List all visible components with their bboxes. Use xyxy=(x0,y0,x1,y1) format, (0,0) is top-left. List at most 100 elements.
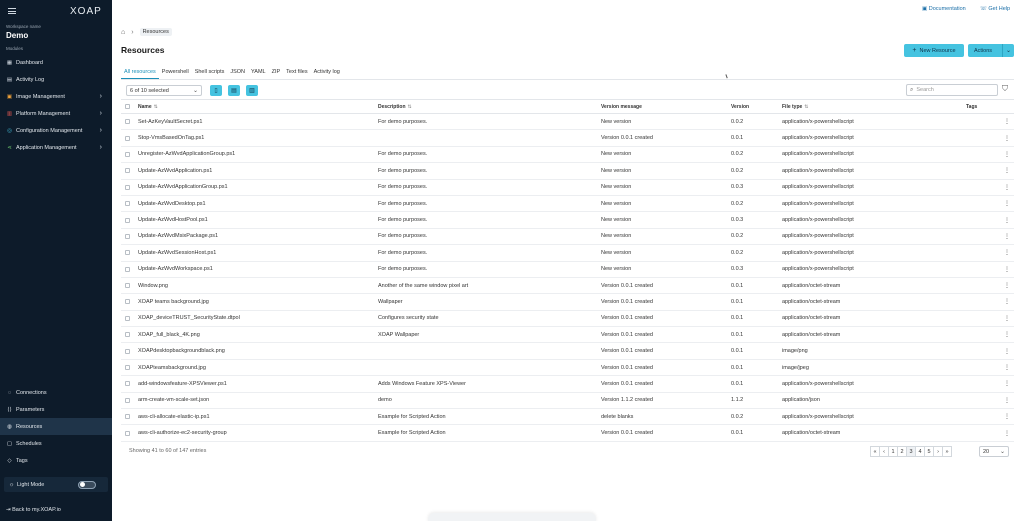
selection-dropdown[interactable]: 6 of 10 selected ⌄ xyxy=(126,85,202,96)
sidebar-item-image-management[interactable]: ▣ Image Management › xyxy=(0,88,112,105)
search-input[interactable]: Search xyxy=(916,87,933,93)
row-checkbox[interactable] xyxy=(125,283,130,289)
sidebar-item-activity-log[interactable]: ▤ Activity Log xyxy=(0,71,112,88)
more-options-icon[interactable]: ⋮ xyxy=(1004,425,1010,440)
row-checkbox[interactable] xyxy=(125,233,130,239)
more-options-icon[interactable]: ⋮ xyxy=(1004,196,1010,211)
back-link[interactable]: ⇥ Back to my.XOAP.io xyxy=(6,507,61,513)
table-row[interactable]: XOAPteamsbackground.jpg Version 0.0.1 cre… xyxy=(121,360,1014,377)
light-mode-toggle[interactable] xyxy=(78,480,96,489)
row-checkbox[interactable] xyxy=(125,266,130,272)
page-nav-button[interactable]: » xyxy=(942,446,952,457)
more-options-icon[interactable]: ⋮ xyxy=(1004,409,1010,424)
table-row[interactable]: Stop-VmsBasedOnTag.ps1 Version 0.0.1 crea… xyxy=(121,130,1014,147)
menu-icon[interactable] xyxy=(8,8,16,14)
get-help-link[interactable]: ☏ Get Help xyxy=(980,6,1010,12)
sidebar-item-platform-management[interactable]: ▥ Platform Management › xyxy=(0,105,112,122)
more-options-icon[interactable]: ⋮ xyxy=(1004,360,1010,375)
sidebar-item-parameters[interactable]: ⟨⟩ Parameters xyxy=(0,401,112,418)
table-row[interactable]: Update-AzWvdApplicationGroup.ps1 For demo… xyxy=(121,180,1014,196)
row-checkbox[interactable] xyxy=(125,184,130,190)
sidebar-item-application-management[interactable]: ⋖ Application Management › xyxy=(0,139,112,156)
tab-zip[interactable]: ZIP xyxy=(269,67,284,79)
row-checkbox[interactable] xyxy=(125,250,130,256)
new-resource-button[interactable]: + New Resource xyxy=(904,44,964,57)
row-checkbox[interactable] xyxy=(125,151,130,157)
table-row[interactable]: Update-AzWvdHostPool.ps1 For demo purpose… xyxy=(121,212,1014,229)
row-checkbox[interactable] xyxy=(125,168,130,174)
row-checkbox[interactable] xyxy=(125,381,130,387)
more-options-icon[interactable]: ⋮ xyxy=(1004,245,1010,260)
row-checkbox[interactable] xyxy=(125,299,130,305)
file-export-button[interactable]: ▥ xyxy=(246,85,258,96)
table-row[interactable]: Update-AzWvdSessionHost.ps1 For demo purp… xyxy=(121,245,1014,262)
sidebar-item-dashboard[interactable]: ▦ Dashboard xyxy=(0,54,112,71)
table-row[interactable]: Update-AzWvdDesktop.ps1 For demo purposes… xyxy=(121,196,1014,213)
more-options-icon[interactable]: ⋮ xyxy=(1004,393,1010,408)
tab-powershell[interactable]: Powershell xyxy=(159,67,192,79)
table-row[interactable]: Set-AzKeyVaultSecret.ps1 For demo purpose… xyxy=(121,114,1014,131)
more-options-icon[interactable]: ⋮ xyxy=(1004,262,1010,277)
documentation-link[interactable]: ▣ Documentation xyxy=(922,6,966,12)
more-options-icon[interactable]: ⋮ xyxy=(1004,163,1010,178)
more-options-icon[interactable]: ⋮ xyxy=(1004,294,1010,309)
row-checkbox[interactable] xyxy=(125,430,130,436)
more-options-icon[interactable]: ⋮ xyxy=(1004,343,1010,358)
table-row[interactable]: XOAP teams background.jpg Wallpaper Versio… xyxy=(121,294,1014,311)
tab-shell-scripts[interactable]: Shell scripts xyxy=(192,67,228,79)
tab-all-resources[interactable]: All resources xyxy=(121,67,159,79)
more-options-icon[interactable]: ⋮ xyxy=(1004,229,1010,244)
column-name[interactable]: Name ⇅ xyxy=(138,100,374,113)
row-checkbox[interactable] xyxy=(125,348,130,354)
more-options-icon[interactable]: ⋮ xyxy=(1004,278,1010,293)
workspace-name[interactable]: Demo xyxy=(0,31,112,40)
sidebar-item-configuration-management[interactable]: ◎ Configuration Management › xyxy=(0,122,112,139)
row-checkbox[interactable] xyxy=(125,135,130,141)
tab-yaml[interactable]: YAML xyxy=(248,67,269,79)
table-row[interactable]: XOAPdesktopbackgroundblack.png Version 0.… xyxy=(121,343,1014,360)
column-description[interactable]: Description ⇅ xyxy=(378,100,600,113)
more-options-icon[interactable]: ⋮ xyxy=(1004,311,1010,326)
new-file-button[interactable]: ▯ xyxy=(210,85,222,96)
row-checkbox[interactable] xyxy=(125,201,130,207)
file-text-button[interactable]: ▤ xyxy=(228,85,240,96)
sidebar-item-connections[interactable]: ◌ Connections xyxy=(0,384,112,401)
more-options-icon[interactable]: ⋮ xyxy=(1004,130,1010,145)
row-checkbox[interactable] xyxy=(125,315,130,321)
per-page-select[interactable]: 20 ⌄ xyxy=(979,446,1009,457)
more-options-icon[interactable]: ⋮ xyxy=(1004,180,1010,195)
select-all-checkbox[interactable] xyxy=(125,104,130,109)
table-row[interactable]: arm-create-vm-scale-set.json demo Version … xyxy=(121,393,1014,410)
more-options-icon[interactable]: ⋮ xyxy=(1004,327,1010,342)
table-row[interactable]: Unregister-AzWvdApplicationGroup.ps1 For … xyxy=(121,147,1014,164)
table-row[interactable]: aws-cli-authorize-ec2-security-group Exam… xyxy=(121,425,1014,442)
sidebar-item-tags[interactable]: ◇ Tags xyxy=(0,452,112,469)
row-checkbox[interactable] xyxy=(125,414,130,420)
home-icon[interactable]: ⌂ xyxy=(121,29,125,36)
filter-icon[interactable]: ⛉ xyxy=(1002,84,1008,94)
table-row[interactable]: Update-AzWvdMsixPackage.ps1 For demo purp… xyxy=(121,229,1014,246)
tab-activity-log[interactable]: Activity log xyxy=(311,67,343,79)
table-row[interactable]: aws-cli-allocate-elastic-ip.ps1 Example f… xyxy=(121,409,1014,426)
row-checkbox[interactable] xyxy=(125,332,130,338)
row-checkbox[interactable] xyxy=(125,365,130,371)
sidebar-item-schedules[interactable]: ▢ Schedules xyxy=(0,435,112,452)
search-box[interactable]: ⌕ Search xyxy=(906,84,998,96)
table-row[interactable]: XOAP_deviceTRUST_SecurityState.dtpol Conf… xyxy=(121,311,1014,328)
more-options-icon[interactable]: ⋮ xyxy=(1004,212,1010,227)
row-checkbox[interactable] xyxy=(125,397,130,403)
table-row[interactable]: Window.png Another of the same window pix… xyxy=(121,278,1014,295)
column-file-type[interactable]: File type ⇅ xyxy=(782,100,965,113)
actions-button[interactable]: Actions ⌄ xyxy=(968,44,1014,57)
more-options-icon[interactable]: ⋮ xyxy=(1004,147,1010,162)
table-row[interactable]: Update-AzWvdApplication.ps1 For demo purp… xyxy=(121,163,1014,180)
more-options-icon[interactable]: ⋮ xyxy=(1004,376,1010,391)
chevron-down-icon[interactable]: ⌄ xyxy=(1002,44,1014,57)
tab-json[interactable]: JSON xyxy=(227,67,248,79)
table-row[interactable]: Update-AzWvdWorkspace.ps1 For demo purpos… xyxy=(121,262,1014,278)
table-row[interactable]: XOAP_full_black_4K.png XOAP Wallpaper Vers… xyxy=(121,327,1014,344)
table-row[interactable]: add-windowsfeature-XPSViewer.ps1 Adds Win… xyxy=(121,376,1014,393)
more-options-icon[interactable]: ⋮ xyxy=(1004,114,1010,129)
row-checkbox[interactable] xyxy=(125,119,130,125)
sidebar-item-resources[interactable]: ◍ Resources xyxy=(0,418,112,435)
